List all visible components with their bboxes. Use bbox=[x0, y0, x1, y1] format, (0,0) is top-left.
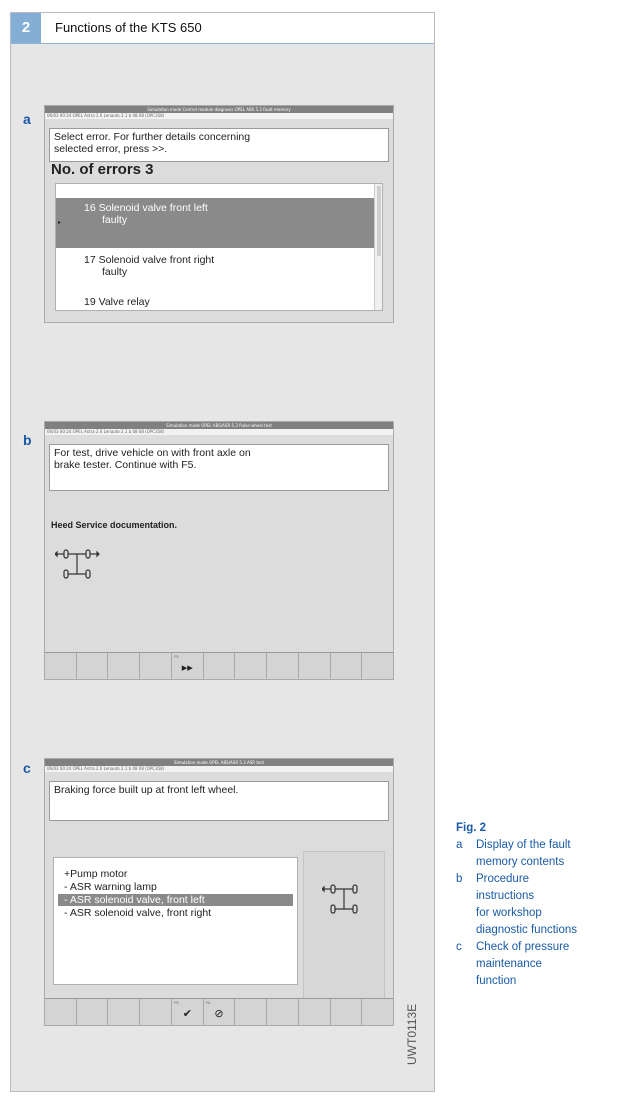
fkey-slot[interactable] bbox=[77, 653, 109, 679]
figure-header: 2 Functions of the KTS 650 bbox=[11, 13, 434, 44]
axle-diagram-icon bbox=[55, 549, 100, 579]
fkey-slot[interactable] bbox=[331, 999, 363, 1025]
error-text: faulty bbox=[102, 266, 128, 278]
fkey-label: F6 bbox=[205, 1000, 211, 1005]
fkey-slot[interactable] bbox=[235, 999, 268, 1025]
caption-text: for workshop bbox=[476, 907, 542, 919]
panel-c-titlebar: Simulation mode OPEL ABS/ASR 5.3 ASR tes… bbox=[45, 759, 393, 766]
fkey-slot[interactable] bbox=[108, 999, 141, 1025]
message-line: Braking force built up at front left whe… bbox=[54, 784, 239, 796]
fkey-f6-button[interactable]: F6 ⊘ bbox=[204, 999, 236, 1025]
panel-a-message: Select error. For further details concer… bbox=[49, 128, 389, 162]
component-item[interactable]: - ASR warning lamp bbox=[58, 881, 293, 893]
scrollbar-thumb[interactable] bbox=[377, 186, 381, 256]
panel-b-statusbar: 06/03 00:24 OPEL Astra 2.0 Lenauto 2.1 b… bbox=[45, 429, 393, 435]
panel-b-label: b bbox=[23, 432, 32, 448]
panel-b-message: For test, drive vehicle on with front ax… bbox=[49, 444, 389, 491]
fkey-slot[interactable] bbox=[299, 653, 331, 679]
error-text: faulty bbox=[102, 214, 128, 226]
error-item-19[interactable]: 19 Valve relay bbox=[56, 296, 374, 308]
reference-code-text: UWT0113E bbox=[405, 1004, 419, 1065]
figure-caption: Fig. 2 a Display of the fault memory con… bbox=[456, 822, 643, 990]
row-pointer-icon: ▸ bbox=[58, 220, 62, 226]
caption-text: Procedure bbox=[476, 873, 530, 885]
caption-text: function bbox=[476, 975, 517, 987]
axle-icon-panel bbox=[303, 851, 385, 1001]
fkey-slot[interactable] bbox=[45, 653, 77, 679]
fkey-label: F5 bbox=[173, 1000, 179, 1005]
panel-b-titlebar: Simulation mode OPEL ABS/ASR 5.3 Pulse-w… bbox=[45, 422, 393, 429]
message-line: selected error, press >>. bbox=[54, 143, 168, 155]
caption-text: diagnostic functions bbox=[476, 924, 578, 936]
caption-item: b Procedure instructions for workshop di… bbox=[456, 871, 643, 939]
figure-frame: 2 Functions of the KTS 650 a Simulation … bbox=[10, 12, 435, 1092]
caption-item: c Check of pressure maintenance function bbox=[456, 939, 643, 990]
fkey-slot[interactable] bbox=[267, 999, 299, 1025]
panel-a-label: a bbox=[23, 111, 31, 127]
function-key-bar: F5 ▸▸ bbox=[45, 652, 393, 679]
caption-text: Check of pressure bbox=[476, 941, 570, 953]
checkmark-icon: ✔ bbox=[182, 1008, 192, 1020]
component-list: +Pump motor - ASR warning lamp - ASR sol… bbox=[53, 857, 298, 985]
reference-code: UWT0113E bbox=[405, 1004, 419, 1065]
component-item-selected[interactable]: - ASR solenoid valve, front left bbox=[58, 894, 293, 906]
component-item[interactable]: +Pump motor bbox=[58, 868, 293, 880]
cancel-icon: ⊘ bbox=[214, 1008, 224, 1020]
panel-a-screen: Simulation mode Control module diagnosis… bbox=[44, 105, 394, 323]
message-line: For test, drive vehicle on with front ax… bbox=[54, 447, 251, 459]
caption-item: a Display of the fault memory contents bbox=[456, 837, 643, 871]
panel-c-message: Braking force built up at front left whe… bbox=[49, 781, 389, 821]
error-text: 17 Solenoid valve front right bbox=[84, 254, 215, 266]
function-key-bar: F5 ✔ F6 ⊘ bbox=[45, 998, 393, 1025]
fkey-slot[interactable] bbox=[235, 653, 268, 679]
fkey-label: F5 bbox=[173, 654, 179, 659]
caption-letter: b bbox=[456, 873, 463, 885]
fkey-slot[interactable] bbox=[362, 653, 393, 679]
error-list: 16 Solenoid valve front left faulty ▸ 17… bbox=[55, 183, 383, 311]
fkey-slot[interactable] bbox=[77, 999, 109, 1025]
error-item-16[interactable]: 16 Solenoid valve front left faulty bbox=[56, 198, 374, 248]
fkey-slot[interactable] bbox=[108, 653, 141, 679]
caption-letter: c bbox=[456, 941, 462, 953]
fkey-slot[interactable] bbox=[299, 999, 331, 1025]
message-line: brake tester. Continue with F5. bbox=[54, 459, 197, 471]
figure-number: 2 bbox=[11, 13, 41, 43]
error-text: 16 Solenoid valve front left bbox=[84, 202, 208, 214]
panel-c-screen: Simulation mode OPEL ABS/ASR 5.3 ASR tes… bbox=[44, 758, 394, 1026]
fast-forward-icon: ▸▸ bbox=[181, 662, 193, 674]
panel-c-statusbar: 06/03 00:24 OPEL Astra 2.0 Lenauto 2.1 b… bbox=[45, 766, 393, 772]
component-item[interactable]: - ASR solenoid valve, front right bbox=[58, 907, 293, 919]
caption-text: instructions bbox=[476, 890, 535, 902]
fkey-slot[interactable] bbox=[140, 653, 172, 679]
error-item-17[interactable]: 17 Solenoid valve front right faulty bbox=[56, 254, 374, 278]
fkey-f5-button[interactable]: F5 ▸▸ bbox=[172, 653, 204, 679]
error-count-heading: No. of errors 3 bbox=[51, 161, 154, 178]
fkey-slot[interactable] bbox=[204, 653, 236, 679]
message-line: Select error. For further details concer… bbox=[54, 131, 251, 143]
panel-b-screen: Simulation mode OPEL ABS/ASR 5.3 Pulse-w… bbox=[44, 421, 394, 680]
figure-title: Functions of the KTS 650 bbox=[55, 20, 202, 35]
axle-diagram-icon bbox=[322, 884, 358, 914]
caption-letter: a bbox=[456, 839, 463, 851]
fkey-slot[interactable] bbox=[362, 999, 393, 1025]
error-text: 19 Valve relay bbox=[84, 296, 150, 308]
panel-c-label: c bbox=[23, 760, 31, 776]
fkey-slot[interactable] bbox=[267, 653, 299, 679]
heed-notice: Heed Service documentation. bbox=[51, 520, 178, 530]
caption-text: Display of the fault bbox=[476, 839, 571, 851]
panel-a-titlebar: Simulation mode Control module diagnosis… bbox=[45, 106, 393, 113]
fkey-f5-button[interactable]: F5 ✔ bbox=[172, 999, 204, 1025]
caption-text: memory contents bbox=[476, 856, 565, 868]
fkey-slot[interactable] bbox=[140, 999, 172, 1025]
caption-text: maintenance bbox=[476, 958, 542, 970]
panel-a-statusbar: 06/03 00:24 OPEL Astra 2.0 Lenauto 2.1 b… bbox=[45, 113, 393, 119]
fkey-slot[interactable] bbox=[331, 653, 363, 679]
scrollbar[interactable] bbox=[374, 184, 382, 310]
caption-title: Fig. 2 bbox=[456, 822, 487, 834]
fkey-slot[interactable] bbox=[45, 999, 77, 1025]
